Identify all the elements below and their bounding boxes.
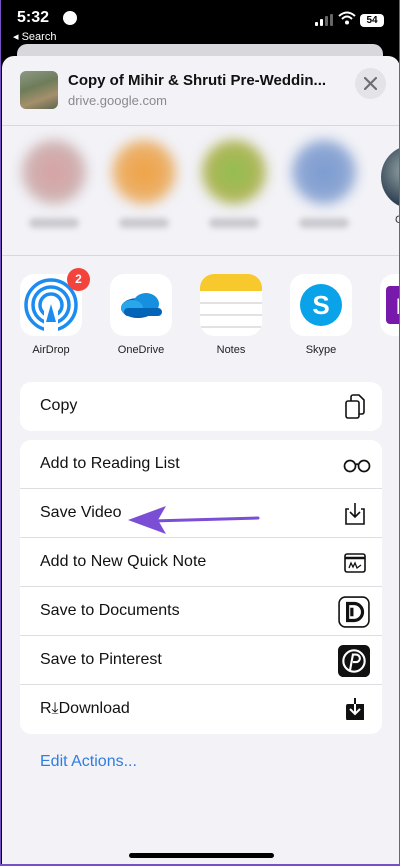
svg-text:S: S: [312, 290, 329, 320]
download-icon: [346, 698, 364, 720]
home-indicator: [129, 853, 274, 858]
svg-text:N: N: [396, 294, 400, 319]
documents-icon: [338, 596, 370, 628]
save-icon: [345, 503, 365, 525]
quick-note-icon: [344, 553, 366, 573]
contact-avatar[interactable]: [202, 140, 266, 204]
contact-avatar[interactable]: [292, 140, 356, 204]
app-onenote[interactable]: N: [380, 274, 400, 336]
glasses-icon: [343, 459, 371, 473]
action-group-main: Add to Reading List Save Video Add to Ne…: [20, 440, 382, 734]
airdrop-badge: 2: [67, 268, 90, 291]
status-time: 5:32: [17, 9, 50, 26]
share-header: Copy of Mihir & Shruti Pre-Weddin... dri…: [2, 56, 399, 126]
signal-icon: [315, 14, 333, 26]
contact-avatar[interactable]: [112, 140, 176, 204]
action-add-quick-note[interactable]: Add to New Quick Note: [20, 538, 382, 587]
skype-icon: S: [300, 284, 342, 326]
contact-avatar[interactable]: [22, 140, 86, 204]
people-suggestions: G: [2, 126, 399, 256]
action-add-reading-list[interactable]: Add to Reading List: [20, 440, 382, 489]
action-label: R⤓Download: [40, 700, 130, 717]
file-thumbnail: [20, 71, 58, 109]
action-label: Save Video: [40, 504, 122, 521]
wifi-icon: [338, 11, 356, 25]
onenote-icon: N: [386, 286, 400, 324]
app-label-onedrive: OneDrive: [117, 344, 165, 356]
app-label-skype: Skype: [305, 344, 337, 356]
app-label-notes: Notes: [216, 344, 246, 356]
copy-icon: [345, 394, 365, 419]
screen: 5:32 ◂ Search 54 Copy of Mihir & Shruti …: [0, 0, 400, 866]
app-skype[interactable]: S: [290, 274, 352, 336]
action-copy[interactable]: Copy: [20, 382, 382, 431]
edit-actions-link[interactable]: Edit Actions...: [40, 753, 137, 771]
notes-icon: [200, 274, 262, 328]
app-onedrive[interactable]: [110, 274, 172, 336]
app-label-onenote: On: [366, 344, 399, 356]
action-save-documents[interactable]: Save to Documents: [20, 587, 382, 636]
app-label-airdrop: AirDrop: [32, 344, 70, 356]
action-save-pinterest[interactable]: Save to Pinterest: [20, 636, 382, 685]
app-notes[interactable]: [200, 274, 262, 336]
location-icon: [63, 11, 77, 25]
action-label: Add to New Quick Note: [40, 553, 207, 570]
battery-indicator: 54: [360, 14, 384, 27]
annotation-arrow: [128, 506, 260, 534]
close-icon: [364, 77, 377, 90]
close-button[interactable]: [355, 68, 386, 99]
action-label: Save to Pinterest: [40, 651, 162, 668]
status-bar: 5:32 ◂ Search 54: [1, 0, 399, 46]
action-rdownload[interactable]: R⤓Download: [20, 685, 382, 734]
action-label: Copy: [40, 397, 78, 414]
action-label: Save to Documents: [40, 602, 180, 619]
action-group-copy: Copy: [20, 382, 382, 431]
app-share-row: 2 AirDrop OneDrive Notes S Skype: [2, 256, 400, 366]
share-sheet: Copy of Mihir & Shruti Pre-Weddin... dri…: [2, 56, 400, 864]
contact-name: G: [395, 214, 399, 226]
pinterest-icon: [338, 645, 370, 677]
onedrive-icon: [121, 293, 162, 318]
share-subtitle: drive.google.com: [68, 93, 167, 108]
contact-avatar[interactable]: [381, 145, 399, 209]
share-title: Copy of Mihir & Shruti Pre-Weddin...: [68, 72, 327, 89]
back-to-search-link[interactable]: ◂ Search: [13, 30, 56, 43]
action-label: Add to Reading List: [40, 455, 180, 472]
